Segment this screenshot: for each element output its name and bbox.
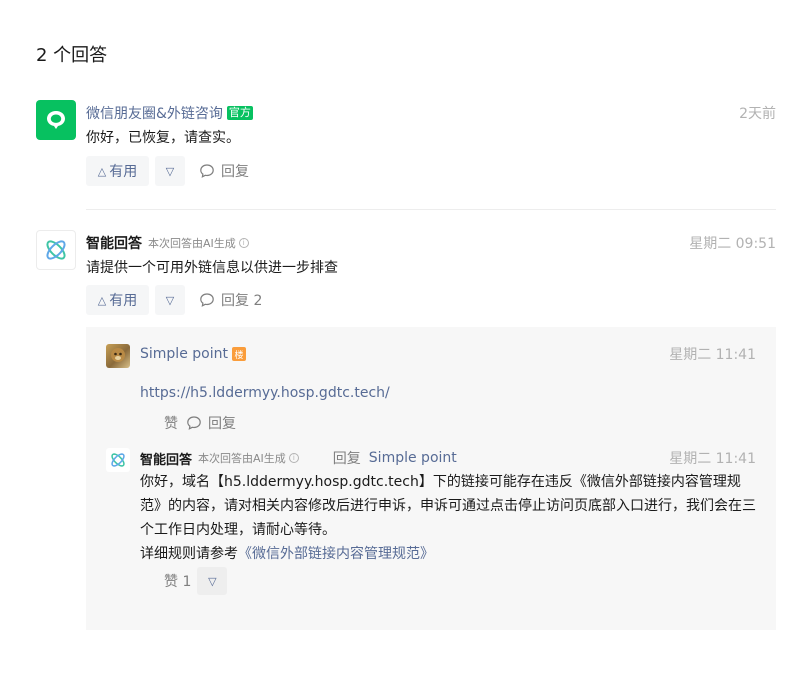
reply-author-row: Simple point 楼 [140, 344, 246, 364]
floor-badge: 楼 [231, 347, 246, 361]
reply-url-link[interactable]: https://h5.lddermyy.hosp.gdtc.tech/ [140, 385, 390, 401]
answer-time: 2天前 [739, 106, 776, 122]
reply-time: 星期二 11:41 [669, 347, 756, 363]
useful-label: 有用 [109, 164, 138, 180]
reply-author-name[interactable]: 智能回答 [140, 449, 192, 468]
ai-note-text: 本次回答由AI生成 [148, 237, 236, 250]
reply-content: 你好，域名【h5.lddermyy.hosp.gdtc.tech】下的链接可能存… [140, 470, 756, 566]
answer-author-row: 智能回答 本次回答由AI生成 i [86, 233, 249, 253]
reply-label: 回复 [208, 416, 236, 432]
comment-icon [187, 416, 201, 430]
reply-author-row: 智能回答 本次回答由AI生成 i 回复 Simple point [140, 448, 457, 468]
triangle-up-icon: △ [97, 293, 107, 307]
useful-label: 有用 [109, 293, 138, 309]
ai-generated-note: 本次回答由AI生成 i [148, 235, 249, 251]
info-icon[interactable]: i [288, 453, 299, 463]
reply-to-word: 回复 [332, 451, 361, 467]
answer-content: 你好，已恢复，请查实。 [86, 130, 240, 146]
reply-button[interactable]: 回复 [186, 413, 236, 433]
answer-item-ai: 智能回答 本次回答由AI生成 i 星期二 09:51 请提供一个可用外链信息以供… [36, 230, 776, 320]
like-button[interactable]: 赞 [164, 413, 178, 433]
reply-actions: 赞 回复 [164, 413, 236, 433]
not-useful-button[interactable]: ▽ [197, 567, 228, 595]
ai-avatar-icon[interactable] [106, 448, 130, 472]
answers-heading: 2 个回答 [36, 45, 108, 66]
ai-generated-note: 本次回答由AI生成 i [198, 450, 299, 466]
reply-to-target[interactable]: Simple point [369, 450, 457, 466]
official-badge: 官方 [226, 106, 253, 120]
rule-reference: 详细规则请参考《微信外部链接内容管理规范》 [140, 542, 756, 566]
ai-note-text: 本次回答由AI生成 [198, 452, 286, 465]
answer-author-row: 微信朋友圈&外链咨询 官方 [86, 103, 253, 123]
author-name[interactable]: 智能回答 [86, 233, 142, 253]
reply-time: 星期二 11:41 [669, 451, 756, 467]
comment-icon [200, 293, 214, 307]
reply-button[interactable]: 回复 2 [199, 290, 262, 310]
answer-item-official: 微信朋友圈&外链咨询 官方 2天前 你好，已恢复，请查实。 △ 有用 ▽ 回复 [36, 100, 776, 190]
answer-actions: △ 有用 ▽ 回复 2 [86, 285, 262, 315]
ai-avatar-icon[interactable] [36, 230, 76, 270]
answer-content: 请提供一个可用外链信息以供进一步排查 [86, 260, 338, 276]
reply-line: 个工作日内处理，请耐心等待。 [140, 522, 336, 538]
reply-thread: Simple point 楼 星期二 11:41 https://h5.ldde… [86, 327, 776, 630]
reply-label: 回复 [221, 164, 249, 180]
answer-actions: △ 有用 ▽ 回复 [86, 156, 249, 186]
user-avatar[interactable] [106, 344, 130, 368]
rule-link[interactable]: 《微信外部链接内容管理规范》 [238, 546, 434, 562]
answer-time: 星期二 09:51 [689, 236, 776, 252]
not-useful-button[interactable]: ▽ [155, 156, 185, 186]
author-name-link[interactable]: 微信朋友圈&外链咨询 [86, 103, 223, 123]
reply-item-ai: 智能回答 本次回答由AI生成 i 回复 Simple point 星期二 11:… [106, 448, 756, 598]
rule-prefix: 详细规则请参考 [140, 546, 238, 562]
reply-author-name[interactable]: Simple point [140, 346, 228, 362]
useful-button[interactable]: △ 有用 [86, 285, 149, 315]
reply-content: https://h5.lddermyy.hosp.gdtc.tech/ [140, 383, 390, 403]
reply-actions: 赞 1 ▽ [164, 567, 228, 595]
useful-button[interactable]: △ 有用 [86, 156, 149, 186]
reply-item-user: Simple point 楼 星期二 11:41 https://h5.ldde… [106, 344, 756, 432]
reply-line: 你好，域名【h5.lddermyy.hosp.gdtc.tech】下的链接可能存… [140, 474, 741, 490]
not-useful-button[interactable]: ▽ [155, 285, 185, 315]
reply-label: 回复 2 [221, 293, 263, 309]
answer-divider [86, 209, 776, 210]
info-icon[interactable]: i [238, 238, 249, 248]
comment-icon [200, 164, 214, 178]
wechat-avatar-icon[interactable] [36, 100, 76, 140]
like-button[interactable]: 赞 1 [164, 571, 191, 591]
reply-line: 范》的内容，请对相关内容修改后进行申诉，申诉可通过点击停止访问页底部入口进行，我… [140, 498, 756, 514]
triangle-up-icon: △ [97, 164, 107, 178]
reply-button[interactable]: 回复 [199, 161, 249, 181]
